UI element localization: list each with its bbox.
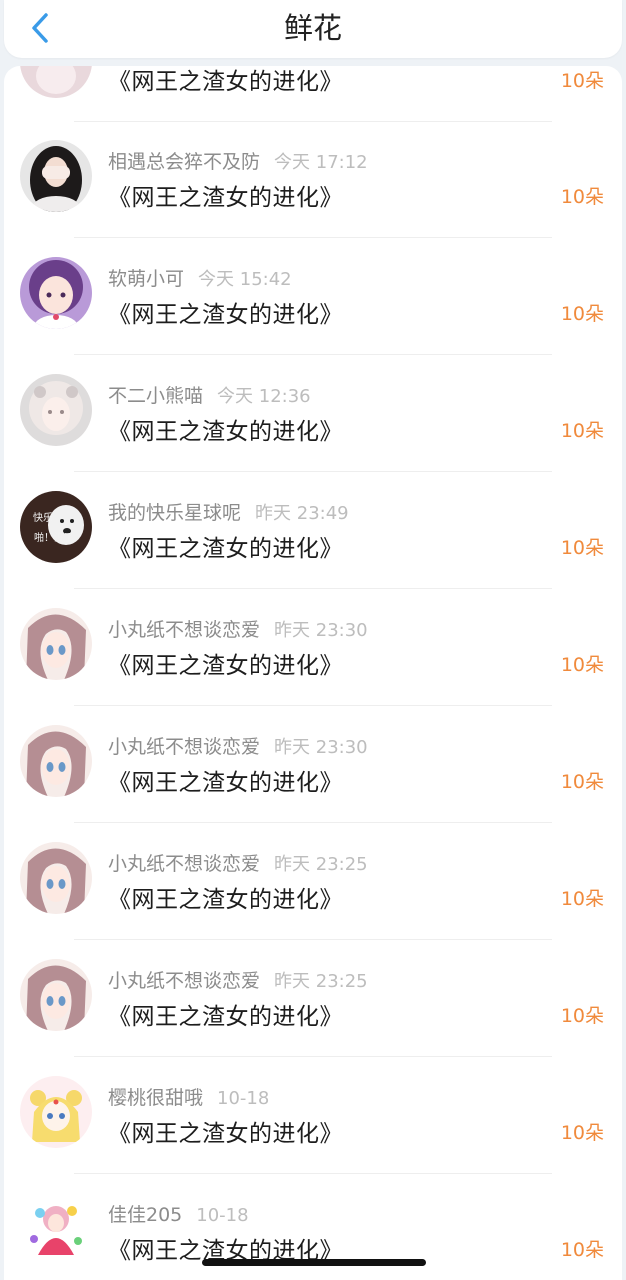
divider — [74, 1056, 552, 1057]
list-item[interactable]: 樱桃很甜哦 10-18 《网王之渣女的进化》 10朵 — [4, 1058, 622, 1174]
user-name[interactable]: 小丸纸不想谈恋爱 — [108, 970, 260, 992]
item-meta: 相遇总会猝不及防 今天 17:12 — [108, 147, 368, 174]
divider — [74, 939, 552, 940]
flower-list[interactable]: 《网王之渣女的进化》 10朵 相遇总会猝不及防 今天 17:12 《网王之渣女的进化… — [4, 66, 622, 1280]
user-name[interactable]: 软萌小可 — [108, 268, 184, 290]
nav-bar: 鲜花 — [4, 0, 622, 58]
timestamp: 昨天 23:30 — [274, 737, 368, 758]
avatar[interactable] — [20, 608, 92, 680]
list-item[interactable]: 小丸纸不想谈恋爱 昨天 23:30 《网王之渣女的进化》 10朵 — [4, 707, 622, 823]
timestamp: 昨天 23:25 — [274, 854, 368, 875]
avatar-image — [20, 725, 92, 797]
timestamp: 今天 17:12 — [274, 152, 368, 173]
list-item[interactable]: 快乐 啪！没了 我的快乐星球呢 昨天 23:49 《网王之渣女的进化》 10朵 — [4, 473, 622, 589]
avatar-image — [20, 140, 92, 212]
timestamp: 昨天 23:25 — [274, 971, 368, 992]
book-title[interactable]: 《网王之渣女的进化》 — [108, 763, 343, 797]
user-name[interactable]: 小丸纸不想谈恋爱 — [108, 736, 260, 758]
list-item[interactable]: 软萌小可 今天 15:42 《网王之渣女的进化》 10朵 — [4, 239, 622, 355]
list-item[interactable]: 小丸纸不想谈恋爱 昨天 23:25 《网王之渣女的进化》 10朵 — [4, 941, 622, 1057]
flower-count: 10朵 — [560, 303, 604, 325]
avatar[interactable] — [20, 140, 92, 212]
user-name[interactable]: 小丸纸不想谈恋爱 — [108, 853, 260, 875]
avatar[interactable]: 快乐啪！没了 — [20, 491, 92, 563]
timestamp: 10-18 — [217, 1088, 270, 1109]
item-meta: 樱桃很甜哦 10-18 — [108, 1083, 269, 1110]
timestamp: 10-18 — [196, 1205, 249, 1226]
book-title[interactable]: 《网王之渣女的进化》 — [108, 1114, 343, 1148]
avatar-image — [20, 374, 92, 446]
divider — [74, 237, 552, 238]
book-title[interactable]: 《网王之渣女的进化》 — [108, 646, 343, 680]
item-meta: 佳佳205 10-18 — [108, 1200, 249, 1227]
avatar[interactable] — [20, 959, 92, 1031]
timestamp: 昨天 23:49 — [255, 503, 349, 524]
avatar[interactable] — [20, 1076, 92, 1148]
divider — [74, 354, 552, 355]
list-item-partial[interactable]: 《网王之渣女的进化》 10朵 — [4, 66, 622, 122]
flower-count: 10朵 — [560, 70, 604, 92]
avatar-image: 快乐啪！没了 — [20, 491, 92, 563]
divider — [74, 1173, 552, 1174]
user-name[interactable]: 小丸纸不想谈恋爱 — [108, 619, 260, 641]
flower-count: 10朵 — [560, 771, 604, 793]
avatar[interactable] — [20, 1193, 92, 1265]
divider — [74, 471, 552, 472]
list-item[interactable]: 不二小熊喵 今天 12:36 《网王之渣女的进化》 10朵 — [4, 356, 622, 472]
flower-count: 10朵 — [560, 1122, 604, 1144]
timestamp: 今天 15:42 — [198, 269, 292, 290]
flower-count: 10朵 — [560, 537, 604, 559]
flower-count: 10朵 — [560, 186, 604, 208]
list-item[interactable]: 小丸纸不想谈恋爱 昨天 23:25 《网王之渣女的进化》 10朵 — [4, 824, 622, 940]
item-meta: 我的快乐星球呢 昨天 23:49 — [108, 498, 349, 525]
item-meta: 软萌小可 今天 15:42 — [108, 264, 292, 291]
flower-count: 10朵 — [560, 888, 604, 910]
avatar — [20, 66, 92, 98]
divider — [74, 588, 552, 589]
avatar-image — [20, 1076, 92, 1148]
divider — [74, 705, 552, 706]
book-title[interactable]: 《网王之渣女的进化》 — [108, 529, 343, 563]
book-title[interactable]: 《网王之渣女的进化》 — [108, 997, 343, 1031]
avatar-image — [20, 608, 92, 680]
user-name[interactable]: 不二小熊喵 — [108, 385, 203, 407]
avatar[interactable] — [20, 257, 92, 329]
item-meta: 小丸纸不想谈恋爱 昨天 23:25 — [108, 849, 368, 876]
avatar-image — [20, 257, 92, 329]
page-title: 鲜花 — [283, 11, 342, 45]
item-meta: 小丸纸不想谈恋爱 昨天 23:30 — [108, 732, 368, 759]
divider — [74, 822, 552, 823]
avatar-image — [20, 842, 92, 914]
user-name[interactable]: 我的快乐星球呢 — [108, 502, 241, 524]
book-title[interactable]: 《网王之渣女的进化》 — [108, 178, 343, 212]
timestamp: 昨天 23:30 — [274, 620, 368, 641]
avatar[interactable] — [20, 725, 92, 797]
book-title: 《网王之渣女的进化》 — [108, 69, 343, 95]
flower-count: 10朵 — [560, 1005, 604, 1027]
flower-count: 10朵 — [560, 654, 604, 676]
home-indicator — [202, 1259, 426, 1266]
avatar-image — [20, 1193, 92, 1265]
item-meta: 小丸纸不想谈恋爱 昨天 23:25 — [108, 966, 368, 993]
book-title[interactable]: 《网王之渣女的进化》 — [108, 880, 343, 914]
list-item[interactable]: 相遇总会猝不及防 今天 17:12 《网王之渣女的进化》 10朵 — [4, 122, 622, 238]
timestamp: 今天 12:36 — [217, 386, 311, 407]
list-item[interactable]: 小丸纸不想谈恋爱 昨天 23:30 《网王之渣女的进化》 10朵 — [4, 590, 622, 706]
user-name[interactable]: 相遇总会猝不及防 — [108, 151, 260, 173]
flower-count: 10朵 — [560, 420, 604, 442]
avatar-image — [20, 959, 92, 1031]
user-name[interactable]: 佳佳205 — [108, 1204, 182, 1226]
item-meta: 小丸纸不想谈恋爱 昨天 23:30 — [108, 615, 368, 642]
book-title[interactable]: 《网王之渣女的进化》 — [108, 412, 343, 446]
user-name[interactable]: 樱桃很甜哦 — [108, 1087, 203, 1109]
book-title[interactable]: 《网王之渣女的进化》 — [108, 295, 343, 329]
avatar-caption: 快乐 — [33, 512, 53, 524]
avatar-caption: 啪！没了 — [34, 531, 74, 544]
item-meta: 不二小熊喵 今天 12:36 — [108, 381, 311, 408]
flower-count: 10朵 — [560, 1239, 604, 1261]
avatar[interactable] — [20, 842, 92, 914]
avatar[interactable] — [20, 374, 92, 446]
